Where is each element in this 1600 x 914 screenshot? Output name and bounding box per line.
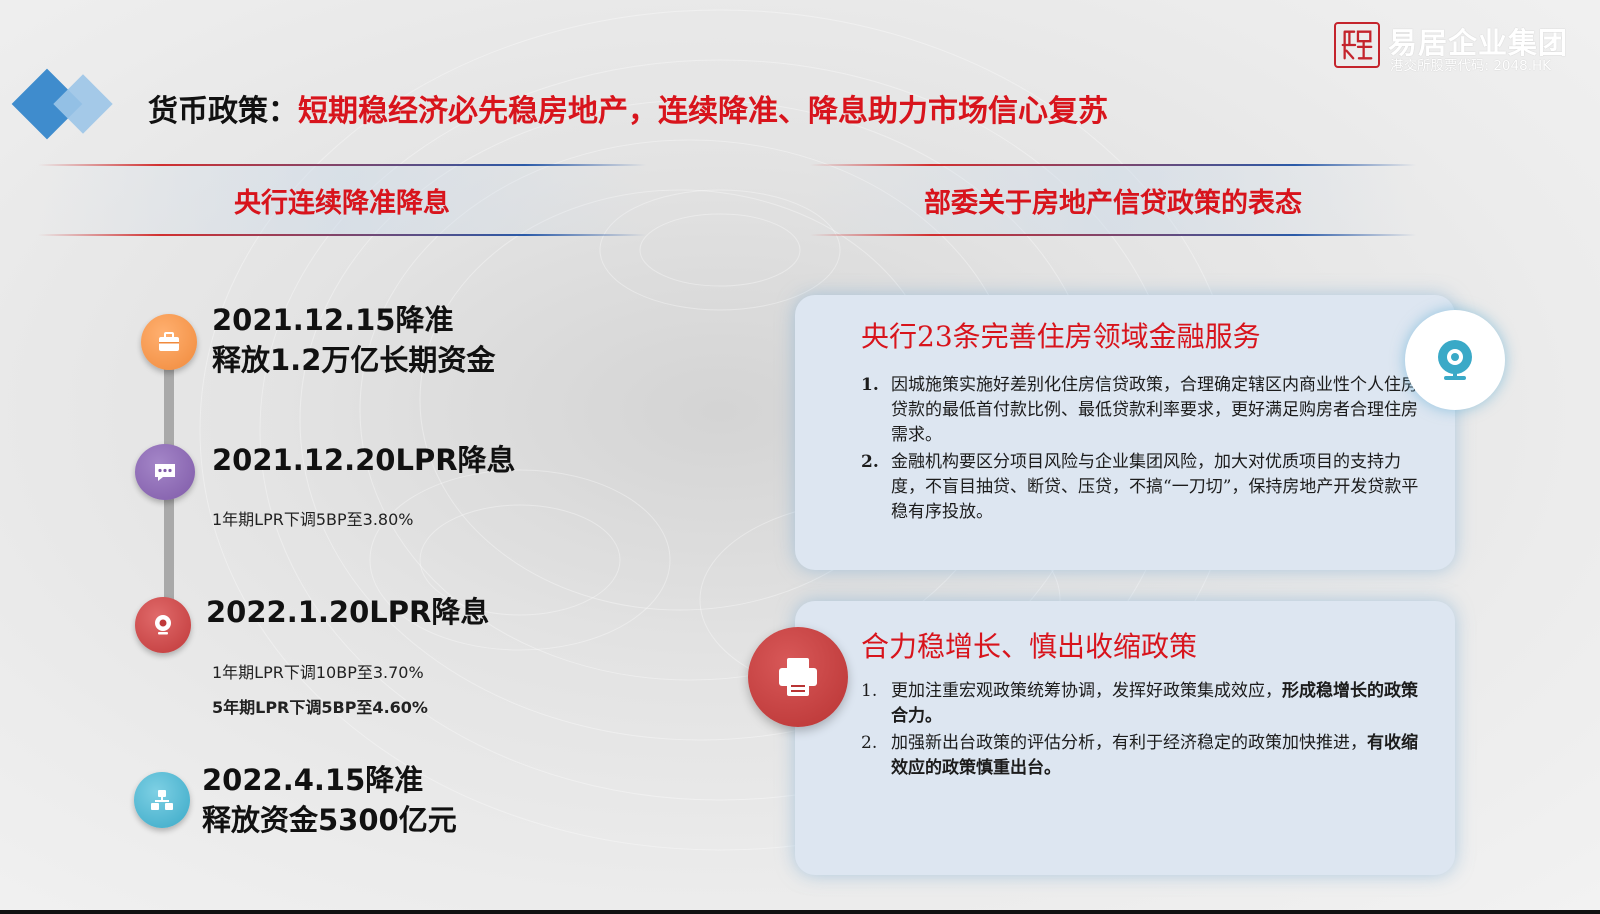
card-1-item-1-num: 1. [861, 375, 879, 395]
webcam-icon [135, 597, 191, 653]
card-1-item-2-num: 2. [861, 452, 879, 472]
card-2-title: 合力稳增长、慎出收缩政策 [861, 630, 1198, 663]
page-title: 货币政策：短期稳经济必先稳房地产，连续降准、降息助力市场信心复苏 [148, 86, 1108, 130]
left-heading-text: 央行连续降准降息 [234, 187, 450, 219]
timeline-1-line1: 2021.12.15降准 [212, 303, 454, 337]
card-2-list: 1. 更加注重宏观政策统筹协调，发挥好政策集成效应，形成稳增长的政策合力。 2. 加… [861, 679, 1421, 783]
policy-card-growth: 合力稳增长、慎出收缩政策 1. 更加注重宏观政策统筹协调，发挥好政策集成效应，形成… [795, 601, 1455, 875]
policy-card-pboc: 央行23条完善住房领域金融服务 1. 因城施策实施好差别化住房信贷政策，合理确定辖… [795, 295, 1455, 570]
title-prefix: 货币政策： [148, 94, 298, 129]
printer-icon [748, 627, 848, 727]
chat-bubble-icon [135, 444, 195, 500]
timeline-4-line1: 2022.4.15降准 [202, 763, 424, 797]
briefcase-icon [141, 314, 197, 370]
card-1-item-2: 2. 金融机构要区分项目风险与企业集团风险，加大对优质项目的支持力度，不盲目抽贷、… [861, 450, 1421, 525]
card-1-item-1: 1. 因城施策实施好差别化住房信贷政策，合理确定辖区内商业性个人住房贷款的最低首付… [861, 373, 1421, 448]
timeline-1-line2: 释放1.2万亿长期资金 [212, 343, 496, 377]
card-2-item-1-text: 更加注重宏观政策统筹协调，发挥好政策集成效应， [891, 681, 1282, 701]
seal-icon [1334, 22, 1380, 68]
card-2-item-1: 1. 更加注重宏观政策统筹协调，发挥好政策集成效应，形成稳增长的政策合力。 [861, 679, 1421, 729]
network-icon [134, 772, 190, 828]
card-2-item-2: 2. 加强新出台政策的评估分析，有利于经济稳定的政策加快推进，有收缩效应的政策慎重… [861, 731, 1421, 781]
timeline-3-detail-2: 5年期LPR下调5BP至4.60% [212, 698, 428, 717]
card-1-title: 央行23条完善住房领域金融服务 [861, 320, 1261, 353]
timeline-4-line2: 释放资金5300亿元 [202, 803, 457, 837]
timeline-3-detail-1: 1年期LPR下调10BP至3.70% [212, 663, 424, 682]
timeline-3-line1: 2022.1.20LPR降息 [206, 595, 490, 629]
timeline-2-line1: 2021.12.20LPR降息 [212, 443, 516, 477]
card-1-item-2-text: 金融机构要区分项目风险与企业集团风险，加大对优质项目的支持力度，不盲目抽贷、断贷… [891, 452, 1419, 522]
timeline-2-detail-1: 1年期LPR下调5BP至3.80% [212, 510, 414, 529]
card-1-list: 1. 因城施策实施好差别化住房信贷政策，合理确定辖区内商业性个人住房贷款的最低首付… [861, 373, 1421, 527]
card-2-item-2-text: 加强新出台政策的评估分析，有利于经济稳定的政策加快推进， [891, 733, 1367, 753]
left-section-heading: 央行连续降准降息 [38, 164, 646, 236]
bottom-bar [0, 910, 1600, 914]
card-1-item-1-text: 因城施策实施好差别化住房信贷政策，合理确定辖区内商业性个人住房贷款的最低首付款比… [891, 375, 1418, 445]
right-section-heading: 部委关于房地产信贷政策的表态 [810, 164, 1416, 236]
webcam-icon [1405, 310, 1505, 410]
title-main: 短期稳经济必先稳房地产，连续降准、降息助力市场信心复苏 [298, 94, 1108, 129]
card-2-item-1-num: 1. [861, 681, 878, 701]
company-logo: 易居企业集团 港交所股票代码: 2048.HK [1334, 20, 1584, 76]
card-2-item-2-num: 2. [861, 733, 878, 753]
stock-code: 港交所股票代码: 2048.HK [1390, 58, 1551, 74]
right-heading-text: 部委关于房地产信贷政策的表态 [924, 187, 1302, 219]
